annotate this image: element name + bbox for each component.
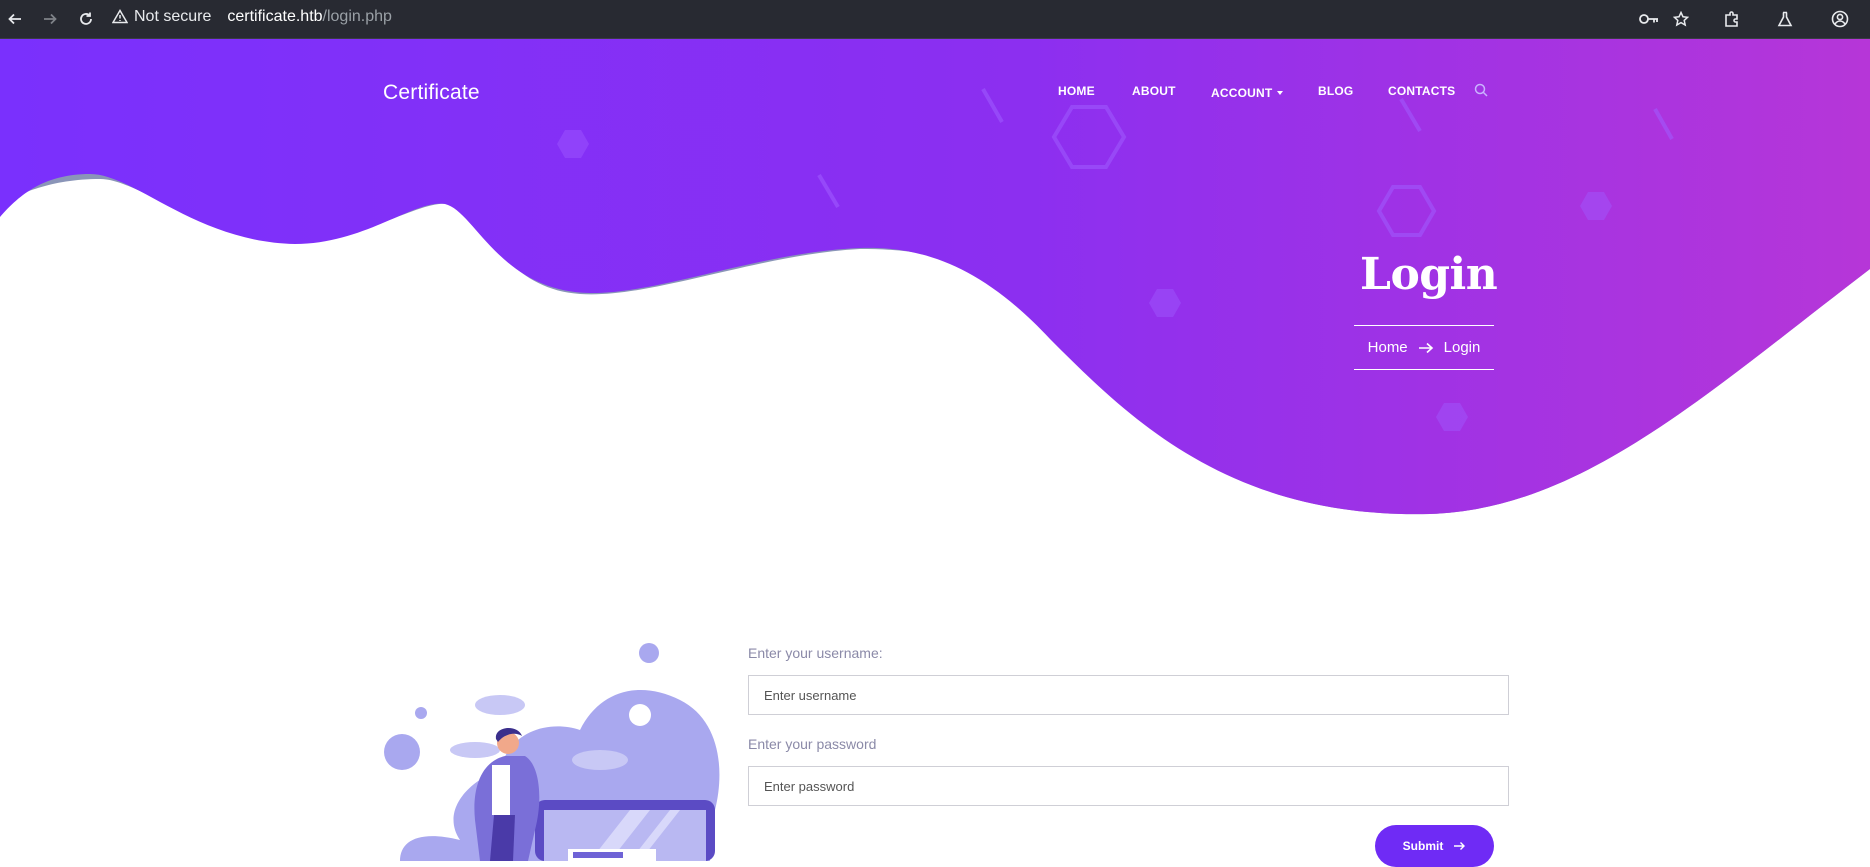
url-path: /login.php bbox=[322, 7, 392, 25]
address-bar[interactable]: Not secure certificate.htb/login.php bbox=[112, 0, 392, 33]
password-input[interactable] bbox=[748, 766, 1509, 806]
login-illustration bbox=[384, 643, 720, 861]
reload-icon[interactable] bbox=[73, 6, 99, 32]
breadcrumb: Home Login bbox=[1354, 325, 1494, 370]
browser-toolbar: Not secure certificate.htb/login.php bbox=[0, 0, 1870, 39]
nav-account-label: ACCOUNT bbox=[1211, 86, 1273, 100]
nav-account[interactable]: ACCOUNT bbox=[1211, 84, 1284, 102]
forward-icon[interactable] bbox=[37, 6, 63, 32]
breadcrumb-current: Login bbox=[1443, 339, 1481, 356]
breadcrumb-home[interactable]: Home bbox=[1368, 339, 1408, 356]
security-label: Not secure bbox=[134, 7, 212, 25]
site-brand[interactable]: Certificate bbox=[383, 81, 480, 105]
arrow-right-icon bbox=[1418, 342, 1433, 353]
back-icon[interactable] bbox=[2, 6, 28, 32]
password-label: Enter your password bbox=[748, 736, 877, 752]
labs-flask-icon[interactable] bbox=[1772, 6, 1798, 32]
nav-blog[interactable]: BLOG bbox=[1318, 84, 1353, 98]
profile-icon[interactable] bbox=[1827, 6, 1853, 32]
url-host: certificate.htb bbox=[227, 7, 323, 25]
nav-about[interactable]: ABOUT bbox=[1132, 84, 1176, 98]
username-label: Enter your username: bbox=[748, 645, 883, 661]
nav-home[interactable]: HOME bbox=[1058, 84, 1095, 98]
submit-label: Submit bbox=[1402, 839, 1444, 853]
security-indicator[interactable]: Not secure bbox=[112, 8, 211, 26]
extensions-icon[interactable] bbox=[1719, 6, 1745, 32]
nav-contacts[interactable]: CONTACTS bbox=[1388, 84, 1455, 98]
warning-icon bbox=[112, 9, 128, 24]
arrow-right-icon bbox=[1454, 842, 1466, 850]
key-icon[interactable] bbox=[1636, 6, 1662, 32]
page-title: Login bbox=[1360, 249, 1498, 300]
bookmark-star-icon[interactable] bbox=[1668, 6, 1694, 32]
caret-down-icon bbox=[1277, 90, 1284, 95]
hero-section: Certificate HOME ABOUT ACCOUNT BLOG CONT… bbox=[0, 39, 1870, 861]
search-icon[interactable] bbox=[1474, 83, 1488, 102]
username-input[interactable] bbox=[748, 675, 1509, 715]
hero-wave-background bbox=[0, 39, 1870, 515]
